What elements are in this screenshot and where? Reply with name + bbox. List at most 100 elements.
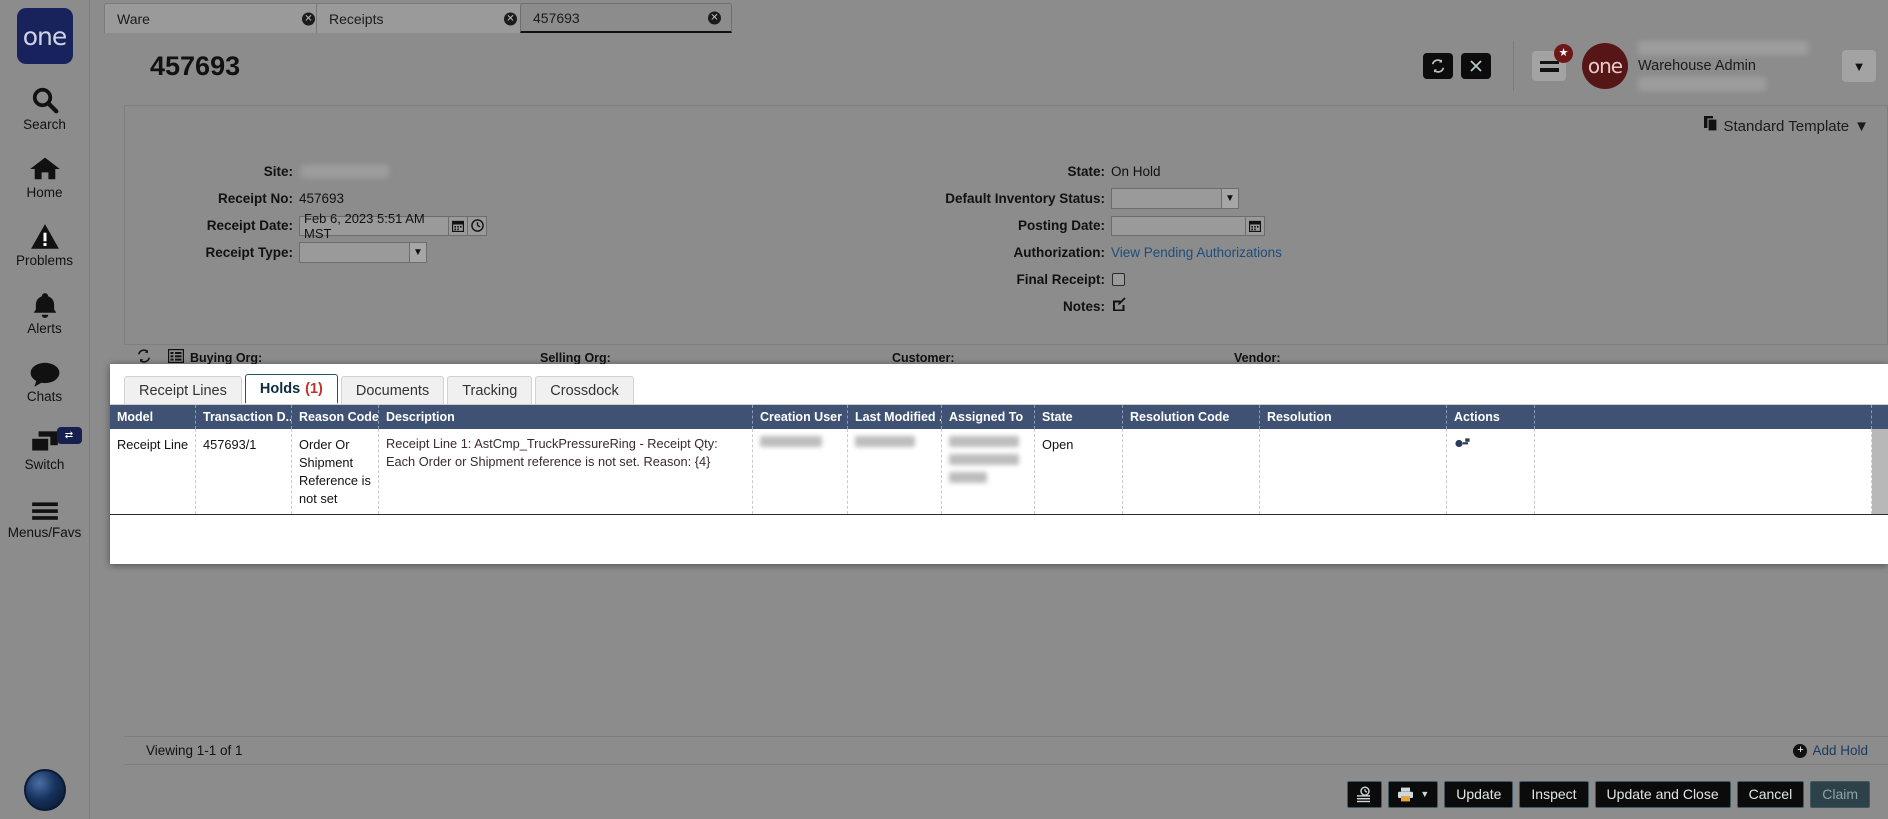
avatar-text: one — [1587, 54, 1623, 78]
sidebar-item-problems[interactable]: Problems — [0, 219, 90, 268]
field-state: State: On Hold — [865, 158, 1505, 185]
warning-icon — [30, 219, 60, 251]
switch-arrows-icon[interactable]: ⇄ — [56, 427, 82, 444]
assign-user-icon[interactable] — [1454, 438, 1471, 454]
assigned-to-redacted-3 — [949, 472, 987, 483]
field-final-receipt: Final Receipt: — [865, 266, 1505, 293]
tab-receipt-lines[interactable]: Receipt Lines — [124, 376, 242, 404]
cell-state: Open — [1035, 429, 1123, 514]
default-inventory-status-select[interactable]: ▼ — [1111, 188, 1239, 209]
receipt-type-select[interactable]: ▼ — [299, 242, 427, 263]
close-icon[interactable]: ✕ — [708, 11, 721, 24]
clock-icon[interactable] — [468, 215, 487, 236]
tab-crossdock[interactable]: Crossdock — [535, 376, 634, 404]
field-site: Site: — [125, 158, 605, 185]
notifications-menu-button[interactable]: ★ — [1532, 44, 1573, 81]
refresh-icon[interactable] — [1423, 53, 1453, 79]
field-receipt-no: Receipt No: 457693 — [125, 185, 605, 212]
claim-button[interactable]: Claim — [1810, 780, 1870, 808]
field-receipt-date: Receipt Date: Feb 6, 2023 5:51 AM MST — [125, 211, 605, 241]
update-button[interactable]: Update — [1444, 780, 1514, 808]
menu-icon — [30, 491, 60, 523]
column-header-last-modified[interactable]: Last Modified ... — [848, 405, 942, 429]
tab-holds[interactable]: Holds (1) — [244, 374, 338, 404]
sidebar-item-alerts[interactable]: Alerts — [0, 287, 90, 336]
final-receipt-checkbox[interactable] — [1112, 273, 1125, 286]
calendar-icon[interactable] — [449, 215, 468, 236]
posting-date-input[interactable] — [1111, 215, 1246, 236]
column-header-actions[interactable]: Actions — [1447, 405, 1535, 429]
column-header-description[interactable]: Description — [379, 405, 753, 429]
cell-actions — [1447, 429, 1535, 514]
avatar[interactable]: one — [1582, 43, 1628, 89]
sidebar-label-search: Search — [23, 117, 66, 132]
sidebar-item-home[interactable]: Home — [0, 151, 90, 200]
window-tab-457693[interactable]: 457693 ✕ — [520, 3, 732, 33]
window-tab-strip: Ware ✕ Receipts ✕ 457693 ✕ — [104, 0, 1888, 33]
close-icon[interactable]: ✕ — [302, 12, 315, 25]
receipt-date-input[interactable]: Feb 6, 2023 5:51 AM MST — [299, 211, 449, 241]
add-hold-button[interactable]: + Add Hold — [1793, 743, 1868, 758]
creation-user-redacted — [760, 436, 822, 447]
user-name-redacted — [1638, 41, 1808, 55]
edit-note-icon[interactable] — [1112, 297, 1126, 316]
cell-model: Receipt Line — [110, 429, 196, 514]
grid-header-row: Model Transaction D... Reason Code Descr… — [110, 405, 1888, 429]
column-header-state[interactable]: State — [1035, 405, 1123, 429]
last-modified-redacted — [855, 436, 915, 447]
tab-label: Tracking — [462, 382, 518, 399]
sidebar-label-problems: Problems — [15, 253, 74, 268]
field-authorization: Authorization: View Pending Authorizatio… — [865, 239, 1505, 266]
sidebar-item-menus-favs[interactable]: Menus/Favs — [0, 491, 90, 540]
site-value-redacted — [301, 165, 389, 178]
close-icon[interactable]: ✕ — [504, 12, 517, 25]
cell-description: Receipt Line 1: AstCmp_TruckPressureRing… — [379, 429, 753, 514]
action-bar: ▼ Update Inspect Update and Close Cancel… — [124, 769, 1888, 819]
cancel-button[interactable]: Cancel — [1736, 780, 1805, 808]
chat-icon — [29, 355, 61, 387]
column-header-resolution-code[interactable]: Resolution Code — [1123, 405, 1260, 429]
view-pending-authorizations-link[interactable]: View Pending Authorizations — [1111, 245, 1282, 260]
field-label: Notes: — [1062, 299, 1105, 314]
sidebar-item-search[interactable]: Search — [0, 83, 90, 132]
window-tab-receipts[interactable]: Receipts ✕ — [316, 3, 528, 33]
column-header-model[interactable]: Model — [110, 405, 196, 429]
column-header-creation-user[interactable]: Creation User — [753, 405, 848, 429]
sidebar-label-chats: Chats — [26, 389, 63, 404]
one-logo[interactable]: one — [16, 8, 73, 64]
tab-label: Documents — [355, 382, 430, 399]
field-label: Receipt Type: — [205, 245, 293, 260]
inspect-button[interactable]: Inspect — [1519, 780, 1589, 808]
org-label-customer: Customer: — [892, 350, 955, 365]
table-row[interactable]: Receipt Line 457693/1 Order Or Shipment … — [110, 429, 1888, 515]
calendar-icon[interactable] — [1246, 215, 1265, 236]
sidebar-item-switch[interactable]: ⇄ Switch — [0, 423, 90, 472]
one-logo-text: one — [22, 21, 68, 51]
tab-tracking[interactable]: Tracking — [447, 376, 533, 404]
close-icon[interactable] — [1461, 53, 1491, 79]
print-button[interactable]: ▼ — [1388, 780, 1439, 808]
column-header-resolution[interactable]: Resolution — [1260, 405, 1447, 429]
viewing-count: Viewing 1-1 of 1 — [146, 743, 243, 758]
sidebar-item-chats[interactable]: Chats — [0, 355, 90, 404]
tab-label: Holds — [259, 380, 301, 397]
column-header-transaction-detail[interactable]: Transaction D... — [196, 405, 292, 429]
org-label-buying: Buying Org: — [190, 350, 263, 365]
switch-icon — [29, 423, 61, 455]
column-header-assigned-to[interactable]: Assigned To — [942, 405, 1035, 429]
assistant-orb-icon[interactable] — [23, 769, 66, 811]
column-header-reason-code[interactable]: Reason Code — [292, 405, 379, 429]
history-button[interactable] — [1347, 780, 1383, 808]
template-selector[interactable]: Standard Template ▼ — [1703, 116, 1869, 136]
grid-scrollbar[interactable] — [1872, 429, 1888, 514]
tab-documents[interactable]: Documents — [340, 376, 445, 404]
application-window: one Search Home Problems Alerts Chats ⇄ … — [0, 0, 1888, 819]
window-tab-ware[interactable]: Ware ✕ — [104, 3, 326, 33]
header-divider — [1513, 41, 1514, 91]
update-and-close-button[interactable]: Update and Close — [1594, 780, 1731, 808]
field-notes: Notes: — [865, 293, 1505, 320]
add-hold-label: Add Hold — [1812, 743, 1868, 758]
user-menu-caret-icon[interactable]: ▼ — [1842, 50, 1876, 82]
cell-transaction-detail: 457693/1 — [196, 429, 292, 514]
chevron-down-icon: ▼ — [409, 243, 426, 262]
